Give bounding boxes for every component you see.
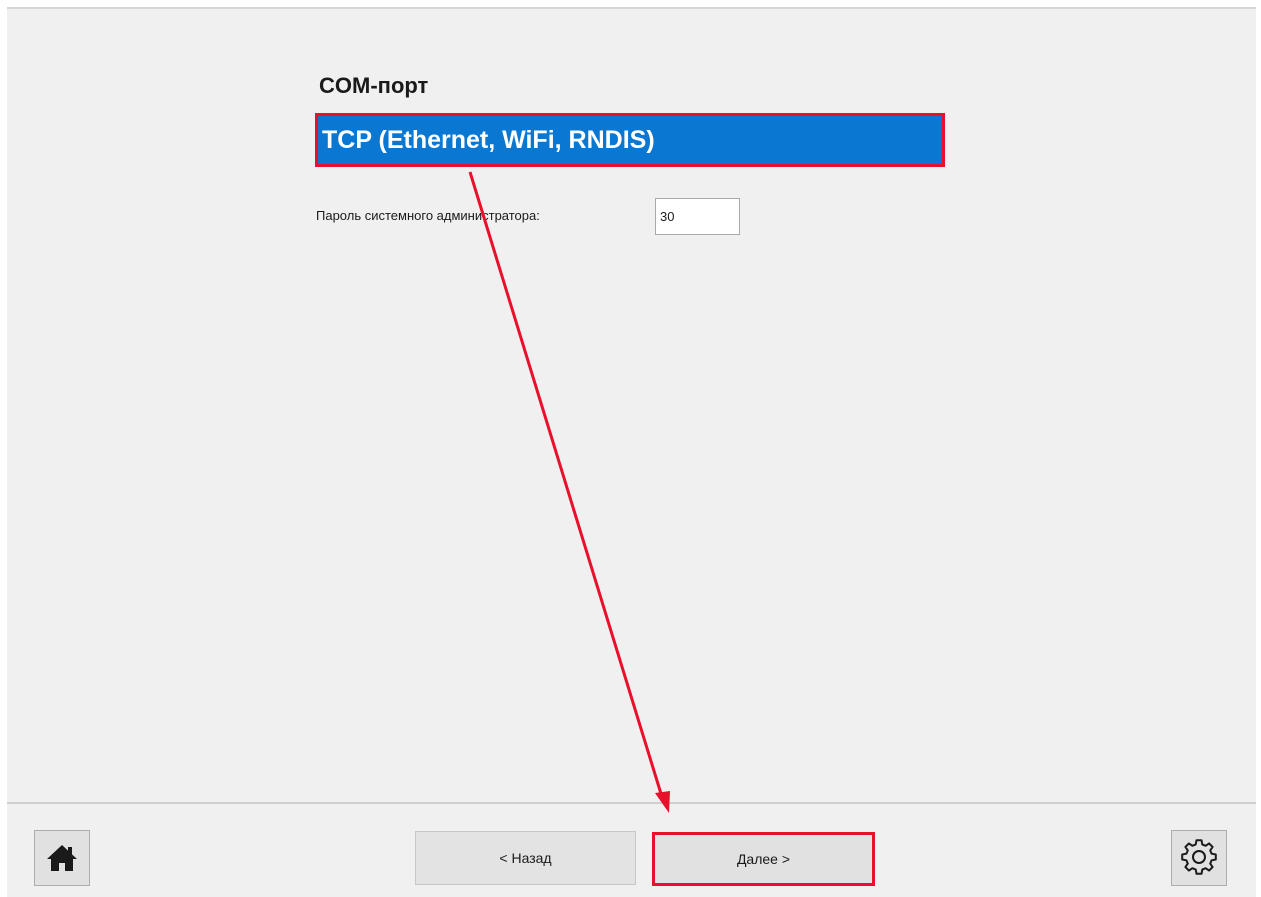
wizard-content: COM-порт TCP (Ethernet, WiFi, RNDIS) Пар…: [7, 9, 1256, 802]
back-button[interactable]: < Назад: [415, 831, 636, 885]
home-icon: [47, 845, 77, 871]
wizard-window: COM-порт TCP (Ethernet, WiFi, RNDIS) Пар…: [7, 7, 1256, 897]
admin-password-input[interactable]: [655, 198, 740, 235]
home-button[interactable]: [34, 830, 90, 886]
section-title: COM-порт: [319, 73, 429, 98]
admin-password-label: Пароль системного администратора:: [316, 208, 540, 223]
settings-button[interactable]: [1171, 830, 1227, 886]
next-button[interactable]: Далее >: [652, 832, 875, 886]
gear-icon: [1181, 839, 1217, 875]
navigation-bar: < Назад Далее >: [7, 802, 1256, 897]
connection-type-option-selected[interactable]: TCP (Ethernet, WiFi, RNDIS): [315, 113, 945, 167]
